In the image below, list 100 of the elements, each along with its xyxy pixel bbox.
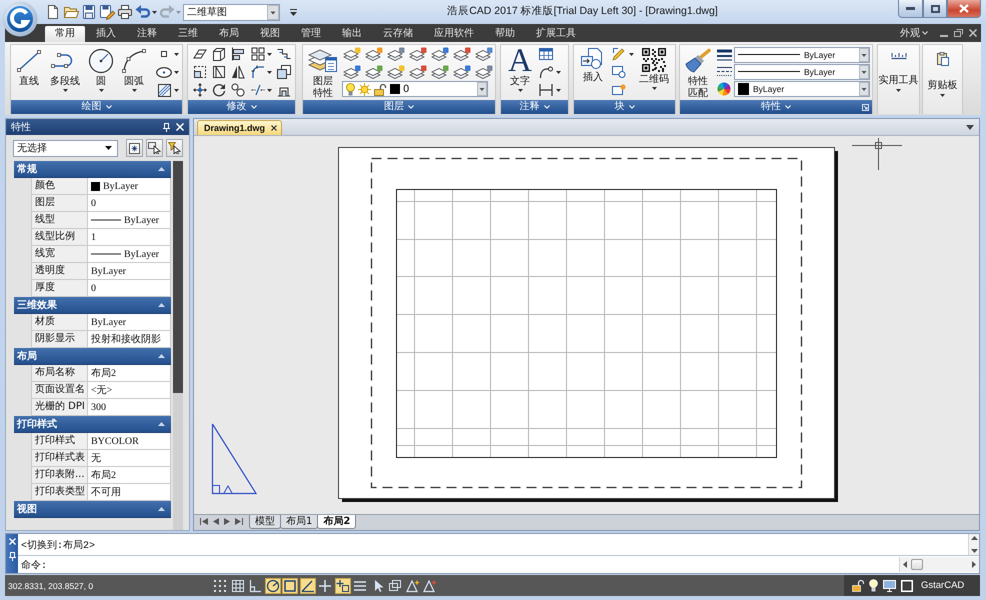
customize-menu-icon[interactable] xyxy=(290,8,297,16)
scrollbar[interactable] xyxy=(968,534,979,556)
circles-icon[interactable] xyxy=(231,83,245,97)
chevron-icon[interactable] xyxy=(922,31,928,35)
collapse-caret-icon[interactable] xyxy=(158,354,165,358)
down-arrow-icon[interactable] xyxy=(970,549,978,554)
ribbon-tab[interactable]: 输出 xyxy=(332,26,372,42)
caret-icon[interactable] xyxy=(174,70,179,74)
four-way-arrows-icon[interactable] xyxy=(193,83,207,97)
maximize-button[interactable] xyxy=(923,0,947,18)
up-arrow-icon[interactable] xyxy=(970,536,978,540)
right-arrow-icon[interactable] xyxy=(972,561,976,568)
restore-icon[interactable] xyxy=(954,29,963,37)
layout-tab[interactable]: 布局2 xyxy=(317,515,356,529)
table-icon[interactable] xyxy=(539,48,553,60)
dropdown-arrow-icon[interactable] xyxy=(966,124,974,130)
layer-stack-icon[interactable] xyxy=(409,46,427,62)
qr-code-button[interactable]: 二维码 xyxy=(636,45,672,90)
spark-triangle-icon[interactable] xyxy=(404,578,420,594)
caret-icon[interactable] xyxy=(98,89,104,92)
line-style-dropdown[interactable]: ByLayer xyxy=(734,64,870,80)
caret-icon[interactable] xyxy=(152,10,157,14)
section-header[interactable]: 打印样式 xyxy=(14,416,171,433)
circular-arrow-icon[interactable] xyxy=(212,83,226,97)
layer-dropdown[interactable]: 0 xyxy=(342,81,488,97)
caret-icon[interactable] xyxy=(62,89,68,92)
dashed-square-icon[interactable] xyxy=(193,65,207,79)
line-style-dropdown[interactable]: ByLayer xyxy=(734,46,870,62)
dot-grid-icon[interactable] xyxy=(212,578,228,594)
ellipse-icon[interactable] xyxy=(156,66,172,78)
pickadd-button[interactable] xyxy=(126,139,143,157)
section-header[interactable]: 常规 xyxy=(14,161,171,178)
collapse-caret-icon[interactable] xyxy=(158,422,165,426)
circle-button[interactable]: 圆 xyxy=(86,45,116,92)
square-icon[interactable] xyxy=(282,578,298,594)
ribbon-tab[interactable]: 应用软件 xyxy=(424,26,484,42)
close-icon[interactable] xyxy=(271,125,278,131)
next-icon[interactable] xyxy=(224,518,230,525)
ribbon-tab[interactable]: 三维 xyxy=(168,26,208,42)
ribbon-tab[interactable]: 帮助 xyxy=(485,26,525,42)
arc-button[interactable]: 圆弧 xyxy=(118,45,150,92)
close-icon[interactable] xyxy=(969,29,977,37)
layer-stack-icon[interactable] xyxy=(475,46,493,62)
ruler-icon[interactable] xyxy=(890,52,906,61)
section-header[interactable]: 视图 xyxy=(14,501,171,518)
layer-stack-icon[interactable] xyxy=(387,46,405,62)
save-as-icon[interactable] xyxy=(99,4,115,20)
minimize-button[interactable] xyxy=(898,0,923,18)
ribbon-tab[interactable]: 云存储 xyxy=(373,26,423,42)
pin-icon[interactable] xyxy=(163,122,170,132)
layer-stack-icon[interactable] xyxy=(453,64,471,80)
ribbon-tab[interactable]: 扩展工具 xyxy=(526,26,586,42)
overlapping-windows-icon[interactable] xyxy=(387,578,403,594)
square-diagonal-icon[interactable] xyxy=(212,65,226,79)
line-button[interactable]: 直线 xyxy=(14,45,44,88)
layer-stack-icon[interactable] xyxy=(365,46,383,62)
layer-stack-icon[interactable] xyxy=(343,64,361,80)
ribbon-group-button[interactable]: 剪贴板 xyxy=(923,45,962,114)
quick-select-button[interactable] xyxy=(166,139,183,157)
layer-stack-icon[interactable] xyxy=(365,64,383,80)
pencil-icon[interactable] xyxy=(612,47,626,61)
collapse-caret-icon[interactable] xyxy=(158,507,165,511)
section-header[interactable]: 布局 xyxy=(14,348,171,365)
clipboard-icon[interactable] xyxy=(936,52,948,66)
open-padlock-icon[interactable] xyxy=(852,579,864,592)
left-arrow-icon[interactable] xyxy=(903,561,907,568)
layer-stack-icon[interactable] xyxy=(387,64,405,80)
aligned-bars-icon[interactable] xyxy=(231,47,245,61)
scrollbar[interactable] xyxy=(899,557,979,572)
caret-icon[interactable] xyxy=(174,52,179,56)
monitor-icon[interactable] xyxy=(883,580,896,592)
caret-icon[interactable] xyxy=(556,70,561,74)
four-squares-icon[interactable] xyxy=(250,47,264,61)
color-dropdown[interactable]: ByLayer xyxy=(734,80,870,96)
printer-icon[interactable] xyxy=(117,4,133,20)
caret-icon[interactable] xyxy=(174,88,179,92)
dialog-launcher-icon[interactable] xyxy=(862,104,869,111)
ribbon-tab[interactable]: 常用 xyxy=(45,26,85,42)
document-tab[interactable]: Drawing1.dwg xyxy=(197,120,282,135)
rounded-corner-icon[interactable] xyxy=(250,65,264,79)
save-icon[interactable] xyxy=(81,4,97,20)
layer-stack-icon[interactable] xyxy=(343,46,361,62)
caret-icon[interactable] xyxy=(652,87,656,90)
step-lines-icon[interactable] xyxy=(277,47,291,61)
caret-icon[interactable] xyxy=(266,88,272,92)
layer-properties-button[interactable]: 图层特性 xyxy=(306,45,340,100)
spark-triangle-icon[interactable] xyxy=(422,578,438,594)
caret-icon[interactable] xyxy=(132,89,136,92)
appearance-menu[interactable]: 外观 xyxy=(900,26,934,40)
pin-icon[interactable] xyxy=(8,552,16,561)
caret-icon[interactable] xyxy=(266,70,272,74)
open-folder-icon[interactable] xyxy=(63,4,79,20)
right-angle-icon[interactable] xyxy=(247,578,263,594)
app-logo-icon[interactable] xyxy=(2,1,38,37)
selection-dropdown[interactable]: 无选择 xyxy=(13,140,118,156)
polyline-button[interactable]: 多段线 xyxy=(46,45,84,92)
workspace-dropdown[interactable]: 二维草图 xyxy=(183,4,280,20)
layout-tab[interactable]: 模型 xyxy=(249,515,281,529)
scrollbar[interactable] xyxy=(173,161,183,530)
overlap-squares-icon[interactable] xyxy=(277,65,291,79)
